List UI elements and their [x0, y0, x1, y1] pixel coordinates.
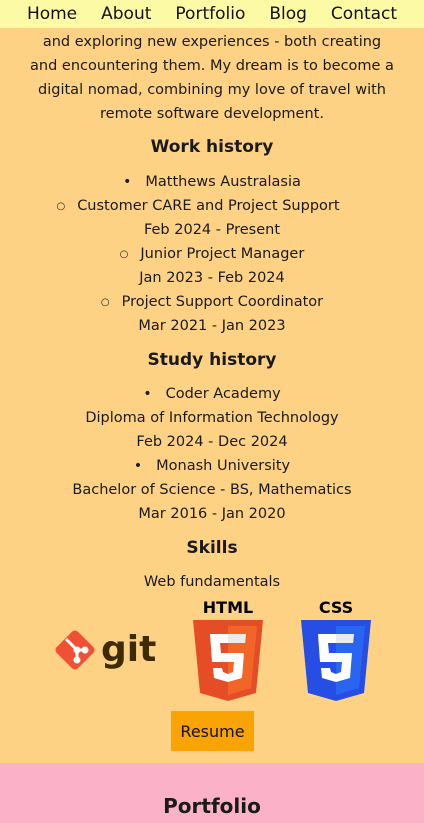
- circle-bullet: [101, 294, 122, 310]
- study-institution-name: Coder Academy: [165, 386, 281, 402]
- css3-logo-icon: CSS: [298, 598, 374, 706]
- work-employer-item: Matthews Australasia: [0, 170, 424, 194]
- disc-bullet: [123, 174, 145, 190]
- git-logo-text: git: [101, 629, 156, 670]
- html5-logo-text: HTML: [203, 598, 253, 617]
- work-role-item: Customer CARE and Project Support: [0, 194, 410, 219]
- work-role-item: Project Support Coordinator: [0, 290, 424, 315]
- work-history-heading: Work history: [150, 137, 274, 157]
- study-institution-item: Monash University: [0, 454, 424, 478]
- work-role-item: Junior Project Manager: [0, 242, 424, 267]
- study-history-heading: Study history: [147, 350, 277, 370]
- study-dates: Mar 2016 - Jan 2020: [138, 506, 286, 522]
- git-logo-icon: git: [54, 628, 156, 676]
- study-course: Diploma of Information Technology: [85, 410, 339, 426]
- skills-subheading: Web fundamentals: [143, 574, 281, 590]
- nav-about-link[interactable]: About: [101, 0, 151, 28]
- nav-portfolio-link[interactable]: Portfolio: [175, 0, 245, 28]
- disc-bullet: [143, 386, 165, 402]
- nav-home-link[interactable]: Home: [27, 0, 77, 28]
- portfolio-heading: Portfolio: [163, 794, 261, 818]
- css3-logo-text: CSS: [319, 598, 353, 617]
- portfolio-section: Portfolio: [0, 763, 424, 823]
- work-role-dates: Feb 2024 - Present: [143, 222, 281, 238]
- work-role-title: Junior Project Manager: [140, 246, 305, 262]
- work-role-title: Project Support Coordinator: [121, 294, 324, 310]
- study-course: Bachelor of Science - BS, Mathematics: [72, 482, 352, 498]
- nav-blog-link[interactable]: Blog: [269, 0, 307, 28]
- nav-contact-link[interactable]: Contact: [331, 0, 397, 28]
- circle-bullet: [120, 246, 141, 262]
- study-institution-name: Monash University: [156, 458, 291, 474]
- study-dates: Feb 2024 - Dec 2024: [136, 434, 288, 450]
- study-institution-item: Coder Academy: [0, 382, 424, 406]
- disc-bullet: [134, 458, 156, 474]
- work-employer-name: Matthews Australasia: [145, 174, 301, 190]
- work-role-title: Customer CARE and Project Support: [77, 198, 340, 214]
- skills-logos: git HTML CSS: [0, 598, 424, 704]
- about-paragraph: and exploring new experiences - both cre…: [30, 34, 394, 122]
- skills-heading: Skills: [186, 538, 238, 558]
- work-role-dates: Mar 2021 - Jan 2023: [138, 318, 286, 334]
- html5-logo-icon: HTML: [190, 598, 266, 706]
- top-nav: Home About Portfolio Blog Contact: [0, 0, 424, 28]
- circle-bullet: [56, 198, 77, 214]
- work-role-dates: Jan 2023 - Feb 2024: [139, 270, 285, 286]
- resume-button[interactable]: Resume: [171, 711, 254, 751]
